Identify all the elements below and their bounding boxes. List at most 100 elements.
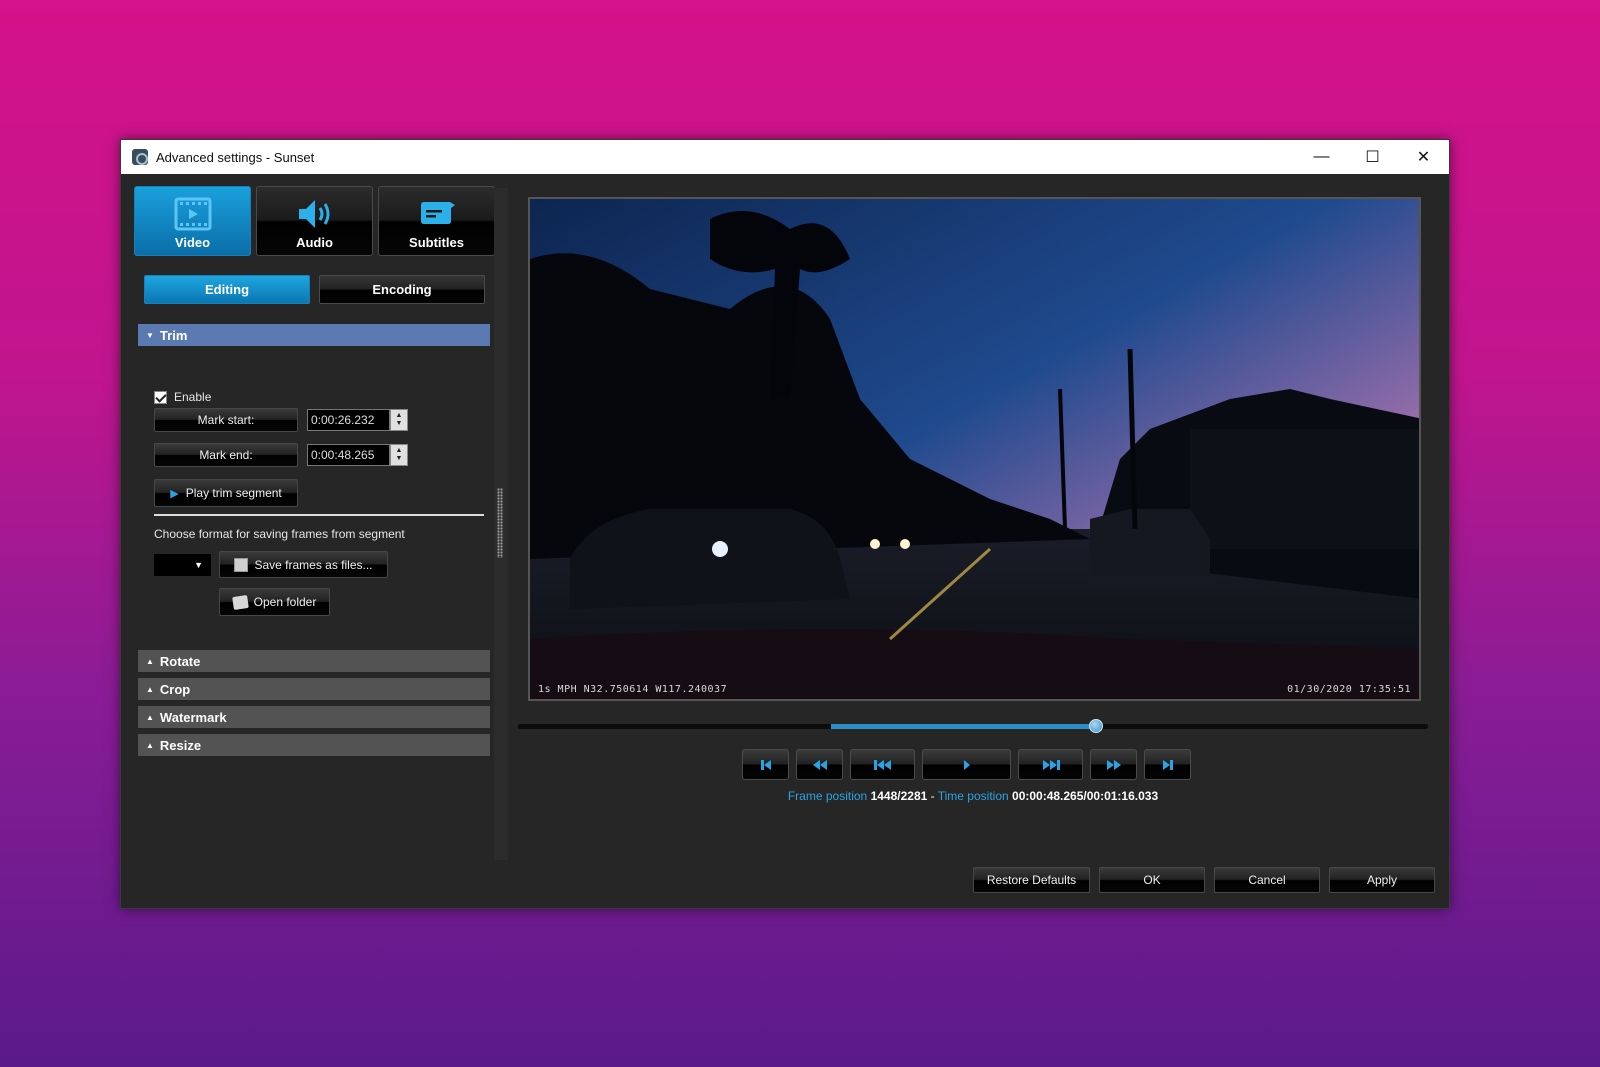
mark-start-spin-arrows[interactable]: ▲ ▼: [390, 409, 408, 431]
step-forward-button[interactable]: [1090, 749, 1137, 780]
frame-position-value: 1448/2281: [870, 789, 928, 803]
go-to-end-button[interactable]: [1144, 749, 1191, 780]
dropdown-arrow-icon: ▼: [194, 559, 203, 570]
section-trim-header[interactable]: ▼ Trim: [138, 324, 490, 346]
section-crop-label: Crop: [159, 681, 191, 697]
collapse-triangle-icon: ▲: [146, 740, 154, 750]
mark-end-input[interactable]: 0:00:48.265: [307, 444, 390, 466]
preview-panel: 1s MPH N32.750614 W117.240037 01/30/2020…: [511, 174, 1449, 908]
section-watermark-label: Watermark: [159, 709, 227, 725]
play-trim-segment-button[interactable]: ▶ Play trim segment: [154, 479, 298, 507]
mark-end-button[interactable]: Mark end:: [154, 443, 298, 467]
play-icon: [963, 759, 970, 770]
seek-bar[interactable]: [518, 719, 1428, 733]
next-frame-button[interactable]: [1018, 749, 1083, 780]
spin-down-icon[interactable]: ▼: [396, 455, 403, 463]
play-button[interactable]: [922, 749, 1011, 780]
frame-position-label: Frame position: [787, 789, 868, 803]
mark-start-spinbox: 0:00:26.232 ▲ ▼: [307, 409, 408, 431]
restore-defaults-button[interactable]: Restore Defaults: [973, 867, 1090, 893]
tab-subtitles-label: Subtitles: [409, 235, 464, 250]
mark-end-spinbox: 0:00:48.265 ▲ ▼: [307, 444, 408, 466]
time-position-label: Time position: [937, 789, 1009, 803]
seek-thumb[interactable]: [1088, 719, 1103, 733]
main-tabs: Video Audio Subtitles: [134, 186, 495, 256]
tab-subtitles[interactable]: Subtitles: [378, 186, 495, 256]
play-icon: ▶: [170, 487, 179, 500]
skip-end-icon: [1162, 759, 1173, 770]
dialog-buttons: Restore Defaults OK Cancel Apply: [973, 867, 1435, 893]
save-frames-button[interactable]: Save frames as files...: [219, 551, 388, 578]
speech-bubble-icon: [420, 202, 455, 224]
film-icon: [174, 197, 211, 231]
cancel-button[interactable]: Cancel: [1214, 867, 1320, 893]
save-frames-label: Save frames as files...: [254, 557, 373, 572]
app-icon: [132, 149, 148, 165]
trim-range: [831, 724, 1096, 729]
tab-encoding[interactable]: Encoding: [319, 275, 485, 304]
section-rotate-header[interactable]: ▲ Rotate: [138, 650, 490, 672]
enable-label: Enable: [174, 390, 212, 404]
minimize-button[interactable]: —: [1296, 140, 1347, 174]
tab-audio[interactable]: Audio: [256, 186, 373, 256]
spin-up-icon[interactable]: ▲: [396, 412, 403, 420]
speaker-icon: [298, 200, 329, 228]
mark-end-spin-arrows[interactable]: ▲ ▼: [390, 444, 408, 466]
video-preview[interactable]: 1s MPH N32.750614 W117.240037 01/30/2020…: [528, 197, 1421, 701]
open-folder-button[interactable]: Open folder: [219, 588, 330, 616]
spin-down-icon[interactable]: ▼: [396, 420, 403, 428]
tab-audio-label: Audio: [296, 235, 333, 250]
status-separator: -: [927, 789, 938, 803]
previous-icon: [873, 759, 891, 770]
section-trim-label: Trim: [159, 327, 188, 343]
section-watermark-header[interactable]: ▲ Watermark: [138, 706, 490, 728]
play-trim-segment-label: Play trim segment: [185, 486, 282, 500]
divider: [154, 514, 484, 516]
tab-video[interactable]: Video: [134, 186, 251, 256]
collapse-triangle-icon: ▲: [146, 656, 154, 666]
mark-start-button[interactable]: Mark start:: [154, 408, 298, 432]
step-back-button[interactable]: [796, 749, 843, 780]
previous-frame-button[interactable]: [850, 749, 915, 780]
enable-row: Enable: [154, 390, 494, 404]
apply-button[interactable]: Apply: [1329, 867, 1435, 893]
section-resize-header[interactable]: ▲ Resize: [138, 734, 490, 756]
fast-forward-icon: [1106, 759, 1121, 770]
splitter-grip[interactable]: [497, 488, 503, 558]
next-icon: [1042, 759, 1060, 770]
sub-tabs: Editing Encoding: [144, 275, 485, 304]
ok-button[interactable]: OK: [1099, 867, 1205, 893]
tab-editing[interactable]: Editing: [144, 275, 310, 304]
section-resize-label: Resize: [159, 737, 202, 753]
panel-splitter[interactable]: [494, 188, 508, 860]
enable-checkbox[interactable]: [154, 390, 167, 404]
time-position-value: 00:00:48.265/00:01:16.033: [1012, 789, 1159, 803]
mark-start-input[interactable]: 0:00:26.232: [307, 409, 390, 431]
video-frame: [530, 199, 1419, 699]
position-status: Frame position 1448/2281 - Time position…: [511, 789, 1435, 803]
window-title: Advanced settings - Sunset: [156, 149, 315, 165]
close-button[interactable]: ✕: [1398, 140, 1449, 174]
go-to-start-button[interactable]: [742, 749, 789, 780]
spin-up-icon[interactable]: ▲: [396, 447, 403, 455]
transport-controls: [742, 749, 1191, 780]
title-bar[interactable]: Advanced settings - Sunset — ☐ ✕: [121, 140, 1449, 174]
format-caption: Choose format for saving frames from seg…: [154, 527, 405, 541]
format-dropdown[interactable]: ▼: [154, 553, 211, 576]
trim-section: Enable Mark start: 0:00:26.232 ▲ ▼ Mark e…: [154, 390, 494, 616]
open-folder-label: Open folder: [253, 595, 317, 609]
video-osd-datetime: 01/30/2020 17:35:51: [1287, 684, 1411, 695]
section-rotate-label: Rotate: [159, 653, 201, 669]
folder-icon: [231, 594, 249, 610]
collapse-triangle-icon: ▲: [146, 712, 154, 722]
collapse-triangle-icon: ▲: [146, 684, 154, 694]
maximize-button[interactable]: ☐: [1347, 140, 1398, 174]
settings-panel: Video Audio Subtitles Editing Encoding ▼…: [121, 174, 496, 908]
expand-triangle-icon: ▼: [146, 330, 154, 340]
video-osd-gps: 1s MPH N32.750614 W117.240037: [538, 684, 728, 695]
save-icon: [234, 557, 249, 572]
advanced-settings-window: Advanced settings - Sunset — ☐ ✕ Video A…: [120, 139, 1450, 909]
section-crop-header[interactable]: ▲ Crop: [138, 678, 490, 700]
rewind-icon: [812, 759, 827, 770]
tab-video-label: Video: [174, 235, 211, 250]
